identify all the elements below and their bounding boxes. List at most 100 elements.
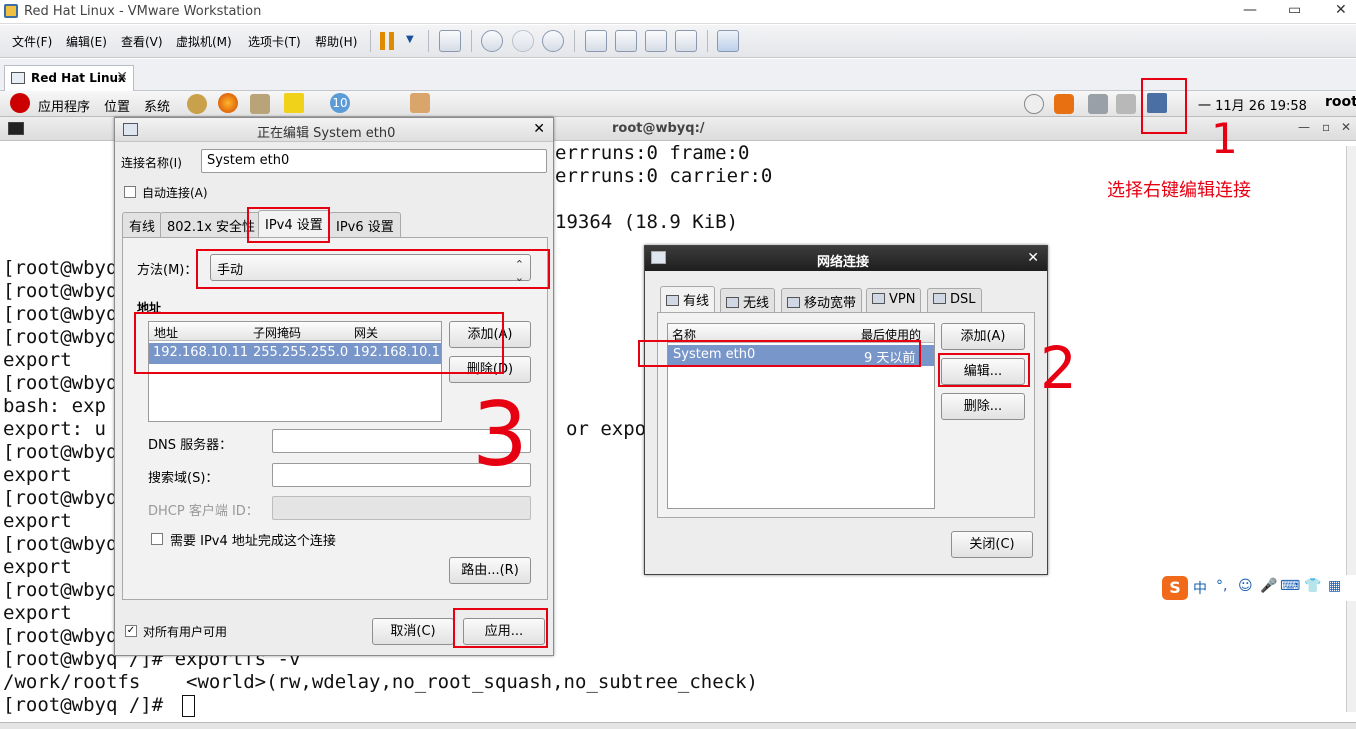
terminal-scrollbar[interactable] <box>1346 146 1356 712</box>
connection-name-input[interactable]: System eth0 <box>201 149 547 173</box>
menu-system[interactable]: 系统 <box>144 96 170 115</box>
ime-toolbar: S 中 °, ☺ 🎤 ⌨ 👕 ▦ <box>1160 575 1356 601</box>
edit-dialog-close-icon[interactable]: ✕ <box>533 121 545 137</box>
require-ipv4-label: 需要 IPv4 地址完成这个连接 <box>170 534 336 549</box>
terminal-prompt-line: [root@wbyq /]# <box>3 694 175 716</box>
update-alert-icon[interactable] <box>1054 94 1074 114</box>
tab-label: Red Hat Linux <box>31 71 126 85</box>
vpn-lock-icon <box>872 293 885 304</box>
auto-connect-label: 自动连接(A) <box>142 186 208 200</box>
timer-icon[interactable] <box>1024 94 1044 114</box>
volume-icon[interactable] <box>1116 94 1136 114</box>
terminal-maximize-icon[interactable]: ▫ <box>1322 120 1330 134</box>
menu-applications[interactable]: 应用程序 <box>38 96 90 115</box>
toolbar-separator <box>574 30 575 52</box>
snapshot-manager-icon[interactable] <box>542 30 564 52</box>
net-dialog-close-icon[interactable]: ✕ <box>1027 250 1039 266</box>
delete-connection-button[interactable]: 删除... <box>941 393 1025 420</box>
terminal-line: /work/rootfs <world>(rw,wdelay,no_root_s… <box>3 671 758 693</box>
toolbar-separator <box>370 30 371 52</box>
edit-dialog-title: 正在编辑 System eth0 <box>257 126 396 141</box>
wired-icon <box>666 295 679 306</box>
tab-ipv6-settings[interactable]: IPv6 设置 <box>329 212 401 237</box>
help-launcher-icon[interactable] <box>187 94 207 114</box>
close-window-button[interactable]: ✕ <box>1335 2 1347 18</box>
restore-button[interactable]: ▭ <box>1288 2 1301 18</box>
available-all-users-label: 对所有用户可用 <box>143 625 228 639</box>
terminal-line: export <box>3 556 72 578</box>
net-tab-vpn[interactable]: VPN <box>866 288 922 312</box>
sogou-logo-icon[interactable]: S <box>1162 576 1188 600</box>
menu-view[interactable]: 查看(V) <box>121 33 163 50</box>
panel-user[interactable]: root <box>1325 94 1356 110</box>
menu-vm[interactable]: 虚拟机(M) <box>176 33 232 50</box>
menu-tabs[interactable]: 选项卡(T) <box>248 33 301 50</box>
net-tab-label: 移动宽带 <box>804 296 857 311</box>
ime-skin-icon[interactable]: 👕 <box>1304 578 1321 594</box>
auto-connect-checkbox[interactable] <box>124 186 136 198</box>
fullscreen-icon[interactable] <box>645 30 667 52</box>
available-all-users-checkbox[interactable]: ✓ <box>125 625 137 637</box>
tab-wired[interactable]: 有线 <box>122 212 163 237</box>
terminal-line: [root@wbyq <box>3 625 118 647</box>
ime-toolbox-icon[interactable]: ▦ <box>1328 578 1341 594</box>
net-tab-wireless[interactable]: 无线 <box>720 288 776 312</box>
require-ipv4-checkbox[interactable] <box>151 533 163 545</box>
snapshot-icon[interactable] <box>481 30 503 52</box>
pause-icon[interactable] <box>380 32 396 50</box>
terminal-line: or expo <box>566 418 647 440</box>
menu-places[interactable]: 位置 <box>104 96 130 115</box>
revert-snapshot-icon[interactable] <box>512 30 534 52</box>
unity-icon[interactable] <box>675 30 697 52</box>
annotation-box-method <box>196 249 550 289</box>
close-dialog-button[interactable]: 关闭(C) <box>951 531 1033 558</box>
annotation-box-address <box>134 312 504 374</box>
terminal-line: [root@wbyq <box>3 579 118 601</box>
ime-punctuation-icon[interactable]: °, <box>1216 578 1227 594</box>
ime-emoji-icon[interactable]: ☺ <box>1238 578 1253 594</box>
dsl-icon <box>933 293 946 304</box>
terminal-cursor <box>182 695 195 717</box>
notes-launcher-icon[interactable] <box>284 93 304 113</box>
net-tab-label: VPN <box>889 292 916 307</box>
routes-button[interactable]: 路由...(R) <box>449 557 531 584</box>
ime-mode-icon[interactable]: 中 <box>1193 578 1207 598</box>
net-dialog-title-bar: 网络连接 ✕ <box>645 246 1047 271</box>
console-view-icon[interactable] <box>615 30 637 52</box>
terminal-line: errruns:0 carrier:0 <box>555 165 773 187</box>
menu-file[interactable]: 文件(F) <box>12 33 52 50</box>
firefox-icon[interactable] <box>218 93 238 113</box>
method-label: 方法(M)： <box>137 263 198 278</box>
terminal-line: export <box>3 510 72 532</box>
menu-edit[interactable]: 编辑(E) <box>66 33 107 50</box>
network-status-icon[interactable] <box>1088 94 1108 114</box>
terminal-title: root@wbyq:/ <box>612 121 705 136</box>
terminal-line: export <box>3 349 72 371</box>
add-connection-button[interactable]: 添加(A) <box>941 323 1025 350</box>
minimize-button[interactable]: — <box>1243 2 1257 18</box>
sidebar-toggle-icon[interactable] <box>585 30 607 52</box>
annotation-box-network-icon <box>1141 78 1187 134</box>
terminal-line: [root@wbyq <box>3 441 118 463</box>
menu-help[interactable]: 帮助(H) <box>315 33 357 50</box>
terminal-close-icon[interactable]: ✕ <box>1341 120 1351 134</box>
window-title: Red Hat Linux - VMware Workstation <box>24 4 262 19</box>
cancel-button[interactable]: 取消(C) <box>372 618 454 645</box>
send-ctrl-alt-del-icon[interactable] <box>439 30 461 52</box>
panel-clock[interactable]: 一 11月 26 19:58 <box>1198 95 1307 114</box>
thumbnail-view-icon[interactable] <box>717 30 739 52</box>
annotation-box-edit-button <box>938 353 1030 387</box>
close-tab-icon[interactable]: ✕ <box>116 69 128 85</box>
email-launcher-icon[interactable] <box>250 94 270 114</box>
net-tab-dsl[interactable]: DSL <box>927 288 982 312</box>
terminal-minimize-icon[interactable]: — <box>1298 120 1310 134</box>
net-tab-wired[interactable]: 有线 <box>660 286 716 312</box>
ime-voice-icon[interactable]: 🎤 <box>1260 578 1277 594</box>
ime-keyboard-icon[interactable]: ⌨ <box>1280 578 1300 594</box>
terminal-line: bash: exp <box>3 395 106 417</box>
package-launcher-icon[interactable] <box>410 93 430 113</box>
tab-red-hat-linux[interactable]: Red Hat Linux ✕ <box>4 65 134 91</box>
pause-dropdown-icon[interactable]: ▼ <box>406 34 414 45</box>
workspace-badge-icon[interactable]: 10 <box>330 93 350 113</box>
net-tab-mobile-broadband[interactable]: 移动宽带 <box>781 288 863 312</box>
